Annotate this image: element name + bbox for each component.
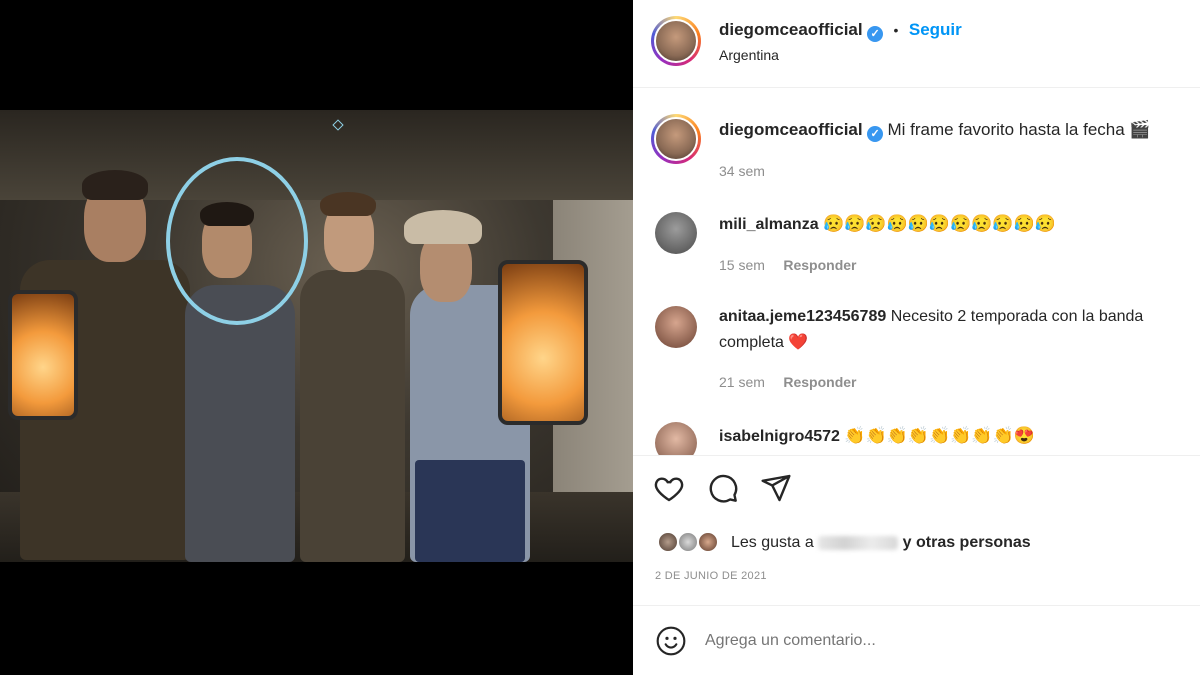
post-media[interactable]: [0, 0, 633, 675]
comment-text-continued: completa ❤️: [719, 334, 809, 351]
caption-avatar[interactable]: [651, 114, 701, 164]
comment-time[interactable]: 21 sem: [719, 374, 765, 390]
post-header: diegomceaofficial ✓ • Seguir Argentina: [633, 0, 1200, 88]
comment-username[interactable]: mili_almanza: [719, 216, 819, 233]
post-photo: [0, 110, 633, 562]
paper-plane-icon[interactable]: [760, 472, 792, 504]
comment-username[interactable]: isabelnigro4572: [719, 428, 840, 445]
author-avatar[interactable]: [651, 16, 701, 66]
post-panel: diegomceaofficial ✓ • Seguir Argentina d…: [633, 0, 1200, 675]
commenter-avatar[interactable]: [655, 422, 697, 455]
reply-button[interactable]: Responder: [783, 374, 856, 390]
comment-time[interactable]: 15 sem: [719, 257, 765, 273]
follow-button[interactable]: Seguir: [909, 20, 962, 39]
liker-name-blurred[interactable]: [818, 535, 899, 550]
author-username[interactable]: diegomceaofficial: [719, 20, 863, 39]
commenter-avatar[interactable]: [655, 306, 697, 348]
reply-button[interactable]: Responder: [783, 257, 856, 273]
caption-time[interactable]: 34 sem: [719, 163, 765, 179]
post-actions: Les gusta a y otras personas 2 DE JUNIO …: [633, 456, 1200, 606]
commenter-avatar[interactable]: [655, 212, 697, 254]
comment-text: 👏👏👏👏👏👏👏👏😍: [844, 426, 1035, 445]
likes-suffix[interactable]: y otras personas: [903, 534, 1031, 551]
comment-text: 😥😥😥😥😥😥😥😥😥😥😥: [823, 214, 1056, 233]
post-date[interactable]: 2 DE JUNIO DE 2021: [655, 570, 767, 582]
caption-text: Mi frame favorito hasta la fecha 🎬: [887, 120, 1151, 139]
separator-dot: •: [893, 22, 899, 38]
comment-icon[interactable]: [707, 472, 739, 504]
comment-input[interactable]: [705, 628, 1175, 654]
comments-list[interactable]: diegomceaofficial ✓ Mi frame favorito ha…: [633, 88, 1200, 456]
highlight-circle: [166, 157, 308, 325]
post-location[interactable]: Argentina: [719, 47, 779, 63]
verified-badge-icon: ✓: [867, 26, 884, 42]
likes-prefix: Les gusta a: [731, 534, 814, 551]
heart-icon[interactable]: [653, 472, 685, 504]
photo-lantern-right: [498, 260, 588, 425]
add-comment-bar: [633, 606, 1200, 675]
comment-username[interactable]: anitaa.jeme123456789: [719, 308, 886, 325]
likes-avatars[interactable]: [657, 531, 727, 557]
comment-text: Necesito 2 temporada con la banda: [890, 308, 1144, 325]
verified-badge-icon: ✓: [867, 126, 884, 142]
smiley-icon[interactable]: [655, 625, 687, 657]
caption-username[interactable]: diegomceaofficial: [719, 120, 863, 139]
photo-lantern-left: [8, 290, 78, 420]
